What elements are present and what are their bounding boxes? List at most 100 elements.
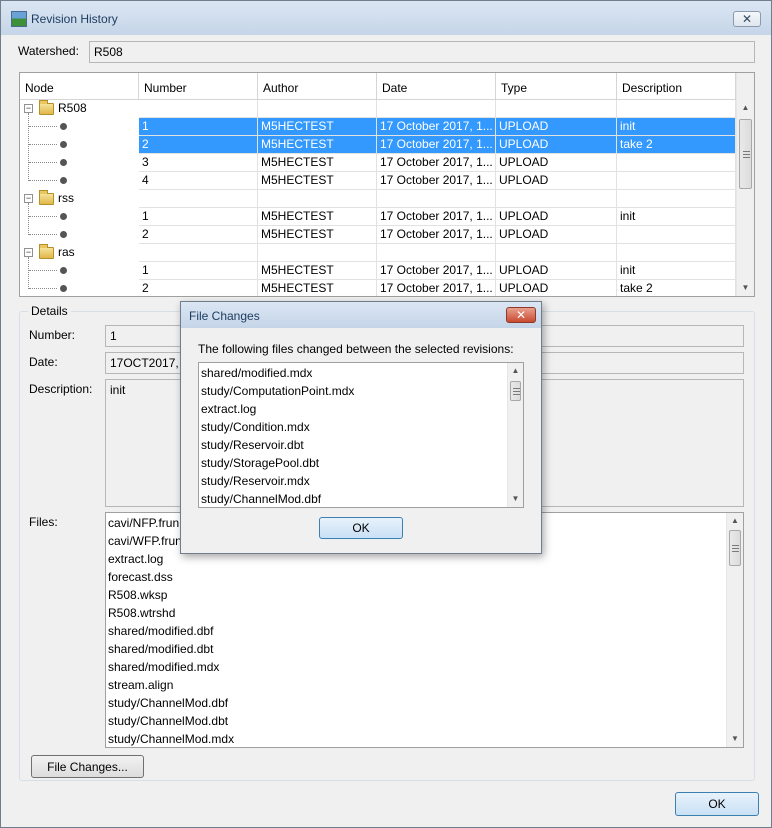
cell-author: M5HECTEST bbox=[258, 154, 377, 172]
cell-type: UPLOAD bbox=[496, 226, 617, 244]
empty-cell bbox=[496, 190, 617, 208]
file-changes-dialog: File Changes ✕ The following files chang… bbox=[180, 301, 542, 554]
window-close-button[interactable]: ✕ bbox=[733, 11, 761, 27]
watershed-field: R508 bbox=[89, 41, 755, 63]
files-scroll-up-icon[interactable]: ▲ bbox=[727, 513, 743, 529]
cell-author: M5HECTEST bbox=[258, 208, 377, 226]
cell-type: UPLOAD bbox=[496, 280, 617, 296]
cell-description: take 2 bbox=[617, 136, 736, 154]
column-header-number[interactable]: Number bbox=[139, 73, 258, 100]
dialog-ok-button[interactable]: OK bbox=[319, 517, 403, 539]
table-row[interactable]: 3 M5HECTEST 17 October 2017, 1... UPLOAD bbox=[20, 154, 736, 172]
dialog-title: File Changes bbox=[189, 309, 260, 323]
table-row[interactable]: 2 M5HECTEST 17 October 2017, 1... UPLOAD bbox=[20, 226, 736, 244]
table-row[interactable]: 2 M5HECTEST 17 October 2017, 1... UPLOAD tak… bbox=[20, 280, 736, 296]
empty-cell bbox=[139, 244, 258, 262]
cell-author: M5HECTEST bbox=[258, 262, 377, 280]
file-list-item[interactable]: stream.align bbox=[106, 676, 726, 694]
cell-date: 17 October 2017, 1... bbox=[377, 172, 496, 190]
dialog-close-button[interactable]: ✕ bbox=[506, 307, 536, 323]
revision-node-icon bbox=[60, 123, 67, 130]
cell-description bbox=[617, 226, 736, 244]
files-scrollbar[interactable]: ▲ ▼ bbox=[726, 513, 743, 747]
title-bar[interactable]: Revision History ✕ bbox=[1, 1, 771, 35]
cell-date: 17 October 2017, 1... bbox=[377, 226, 496, 244]
changed-file-item[interactable]: study/Reservoir.dbt bbox=[199, 436, 507, 454]
table-row[interactable]: 1 M5HECTEST 17 October 2017, 1... UPLOAD ini… bbox=[20, 118, 736, 136]
cell-date: 17 October 2017, 1... bbox=[377, 262, 496, 280]
changed-file-item[interactable]: study/ComputationPoint.mdx bbox=[199, 382, 507, 400]
collapse-icon[interactable]: − bbox=[24, 194, 33, 203]
table-row[interactable]: 4 M5HECTEST 17 October 2017, 1... UPLOAD bbox=[20, 172, 736, 190]
files-scroll-down-icon[interactable]: ▼ bbox=[727, 731, 743, 747]
cell-type: UPLOAD bbox=[496, 118, 617, 136]
dialog-scroll-down-icon[interactable]: ▼ bbox=[508, 491, 523, 507]
empty-cell bbox=[377, 100, 496, 118]
cell-type: UPLOAD bbox=[496, 136, 617, 154]
tree-node-label: ras bbox=[58, 245, 75, 259]
cell-number: 4 bbox=[139, 172, 258, 190]
changed-files-list[interactable]: shared/modified.mdx study/ComputationPoin… bbox=[198, 362, 524, 508]
dialog-files-scrollbar[interactable]: ▲ ▼ bbox=[507, 363, 523, 507]
files-scroll-thumb[interactable] bbox=[729, 530, 741, 566]
column-header-description[interactable]: Description bbox=[617, 73, 736, 100]
cell-type: UPLOAD bbox=[496, 154, 617, 172]
revision-history-window: Revision History ✕ Watershed: R508 Node N… bbox=[0, 0, 772, 828]
table-header: Node Number Author Date Type Description bbox=[20, 73, 736, 100]
cell-number: 1 bbox=[139, 262, 258, 280]
changed-file-item[interactable]: study/StoragePool.dbt bbox=[199, 454, 507, 472]
changed-file-item[interactable]: study/Condition.mdx bbox=[199, 418, 507, 436]
column-header-type[interactable]: Type bbox=[496, 73, 617, 100]
scroll-up-icon[interactable]: ▲ bbox=[737, 100, 754, 116]
file-list-item[interactable]: study/ChannelMod.mdx bbox=[106, 730, 726, 747]
revision-node-icon bbox=[60, 177, 67, 184]
cell-type: UPLOAD bbox=[496, 208, 617, 226]
file-list-item[interactable]: R508.wksp bbox=[106, 586, 726, 604]
file-list-item[interactable]: study/ChannelMod.dbf bbox=[106, 694, 726, 712]
tree-node-r508[interactable]: − R508 bbox=[20, 100, 736, 118]
cell-number: 1 bbox=[139, 118, 258, 136]
folder-icon bbox=[39, 244, 54, 259]
empty-cell bbox=[617, 190, 736, 208]
collapse-icon[interactable]: − bbox=[24, 248, 33, 257]
column-header-author[interactable]: Author bbox=[258, 73, 377, 100]
number-label: Number: bbox=[29, 328, 76, 342]
changed-file-item[interactable]: study/ChannelMod.dbf bbox=[199, 490, 507, 507]
tree-node-ras[interactable]: − ras bbox=[20, 244, 736, 262]
date-label: Date: bbox=[29, 355, 58, 369]
tree-node-label: rss bbox=[58, 191, 74, 205]
ok-button[interactable]: OK bbox=[675, 792, 759, 816]
table-row[interactable]: 1 M5HECTEST 17 October 2017, 1... UPLOAD ini… bbox=[20, 208, 736, 226]
file-list-item[interactable]: study/ChannelMod.dbt bbox=[106, 712, 726, 730]
file-list-item[interactable]: shared/modified.mdx bbox=[106, 658, 726, 676]
dialog-title-bar[interactable]: File Changes ✕ bbox=[181, 302, 541, 328]
scroll-down-icon[interactable]: ▼ bbox=[737, 280, 754, 296]
details-legend: Details bbox=[28, 304, 71, 318]
dialog-scroll-thumb[interactable] bbox=[510, 381, 521, 401]
cell-author: M5HECTEST bbox=[258, 226, 377, 244]
table-row[interactable]: 2 M5HECTEST 17 October 2017, 1... UPLOAD tak… bbox=[20, 136, 736, 154]
table-scroll-thumb[interactable] bbox=[739, 119, 752, 189]
empty-cell bbox=[617, 244, 736, 262]
file-list-item[interactable]: forecast.dss bbox=[106, 568, 726, 586]
file-changes-button[interactable]: File Changes... bbox=[31, 755, 144, 778]
changed-file-item[interactable]: study/Reservoir.mdx bbox=[199, 472, 507, 490]
revision-node-icon bbox=[60, 159, 67, 166]
tree-node-label: R508 bbox=[58, 101, 87, 115]
table-scrollbar[interactable]: ▲ ▼ bbox=[736, 73, 754, 296]
empty-cell bbox=[139, 190, 258, 208]
window-title: Revision History bbox=[31, 12, 118, 26]
column-header-date[interactable]: Date bbox=[377, 73, 496, 100]
dialog-scroll-up-icon[interactable]: ▲ bbox=[508, 363, 523, 379]
file-list-item[interactable]: R508.wtrshd bbox=[106, 604, 726, 622]
column-header-node[interactable]: Node bbox=[20, 73, 139, 100]
table-row[interactable]: 1 M5HECTEST 17 October 2017, 1... UPLOAD ini… bbox=[20, 262, 736, 280]
tree-node-rss[interactable]: − rss bbox=[20, 190, 736, 208]
changed-file-item[interactable]: extract.log bbox=[199, 400, 507, 418]
cell-number: 1 bbox=[139, 208, 258, 226]
file-list-item[interactable]: shared/modified.dbf bbox=[106, 622, 726, 640]
file-list-item[interactable]: shared/modified.dbt bbox=[106, 640, 726, 658]
collapse-icon[interactable]: − bbox=[24, 104, 33, 113]
empty-cell bbox=[377, 190, 496, 208]
changed-file-item[interactable]: shared/modified.mdx bbox=[199, 364, 507, 382]
